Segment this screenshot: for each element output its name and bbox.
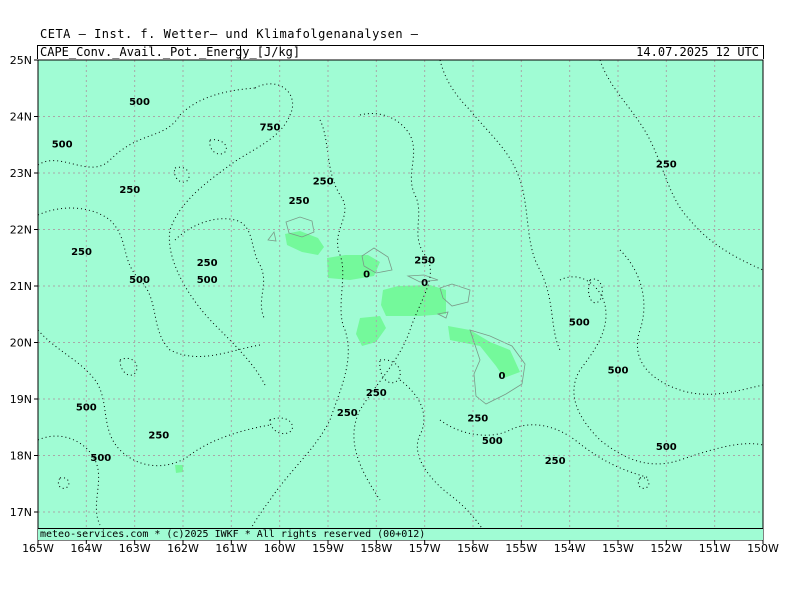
contour-label: 250 — [366, 388, 387, 399]
lon-tick-label: 154W — [554, 542, 586, 555]
lon-tick-label: 159W — [312, 542, 344, 555]
contour-label: 500 — [197, 275, 218, 286]
contour-label: 250 — [197, 258, 218, 269]
contour-label: 250 — [545, 456, 566, 467]
contour-label: 250 — [148, 431, 169, 442]
lon-tick-label: 162W — [167, 542, 199, 555]
lat-tick-label: 23N — [10, 167, 32, 180]
contour-label: 0 — [363, 270, 370, 281]
contour-label: 250 — [119, 185, 140, 196]
lon-tick-label: 153W — [602, 542, 634, 555]
lon-tick-label: 155W — [505, 542, 537, 555]
cape-area-molokai-maui — [381, 285, 446, 316]
cape-area-oahu — [327, 255, 380, 280]
lat-tick-label: 19N — [10, 393, 32, 406]
contour-label: 500 — [52, 140, 73, 151]
contour-label: 250 — [467, 414, 488, 425]
contour-label: 750 — [260, 123, 281, 134]
contour-label: 0 — [499, 371, 506, 382]
lon-tick-label: 163W — [119, 542, 151, 555]
contour-label: 250 — [414, 255, 435, 266]
lon-tick-label: 161W — [215, 542, 247, 555]
lon-tick-label: 157W — [409, 542, 441, 555]
contour-label: 250 — [337, 408, 358, 419]
lat-tick-label: 25N — [10, 54, 32, 67]
lon-tick-label: 152W — [650, 542, 682, 555]
lon-tick-label: 160W — [264, 542, 296, 555]
contour-label: 500 — [129, 275, 150, 286]
cape-area-small — [175, 465, 183, 473]
lon-tick-label: 165W — [22, 542, 54, 555]
footer-credit: meteo-services.com * (c)2025 IWKF * All … — [38, 528, 763, 540]
lat-tick-label: 20N — [10, 337, 32, 350]
lon-tick-label: 158W — [360, 542, 392, 555]
lon-tick-label: 151W — [699, 542, 731, 555]
lon-tick-label: 164W — [70, 542, 102, 555]
contour-label: 500 — [656, 442, 677, 453]
contour-label: 500 — [76, 402, 97, 413]
contour-label: 500 — [129, 97, 150, 108]
contour-label: 250 — [289, 196, 310, 207]
lat-tick-label: 17N — [10, 506, 32, 519]
lat-tick-label: 21N — [10, 280, 32, 293]
contour-label: 250 — [71, 247, 92, 258]
contour-label: 250 — [656, 159, 677, 170]
contour-label: 500 — [608, 366, 629, 377]
lon-tick-label: 156W — [457, 542, 489, 555]
lat-tick-label: 22N — [10, 224, 32, 237]
contour-label: 500 — [569, 318, 590, 329]
contour-label: 500 — [90, 453, 111, 464]
lat-tick-label: 24N — [10, 111, 32, 124]
lon-tick-label: 150W — [747, 542, 779, 555]
contour-label: 0 — [421, 278, 428, 289]
contour-label: 250 — [313, 176, 334, 187]
contour-label: 500 — [482, 436, 503, 447]
lat-tick-label: 18N — [10, 450, 32, 463]
cape-map: 500750500250250250250250500 5000250050050… — [10, 54, 779, 555]
